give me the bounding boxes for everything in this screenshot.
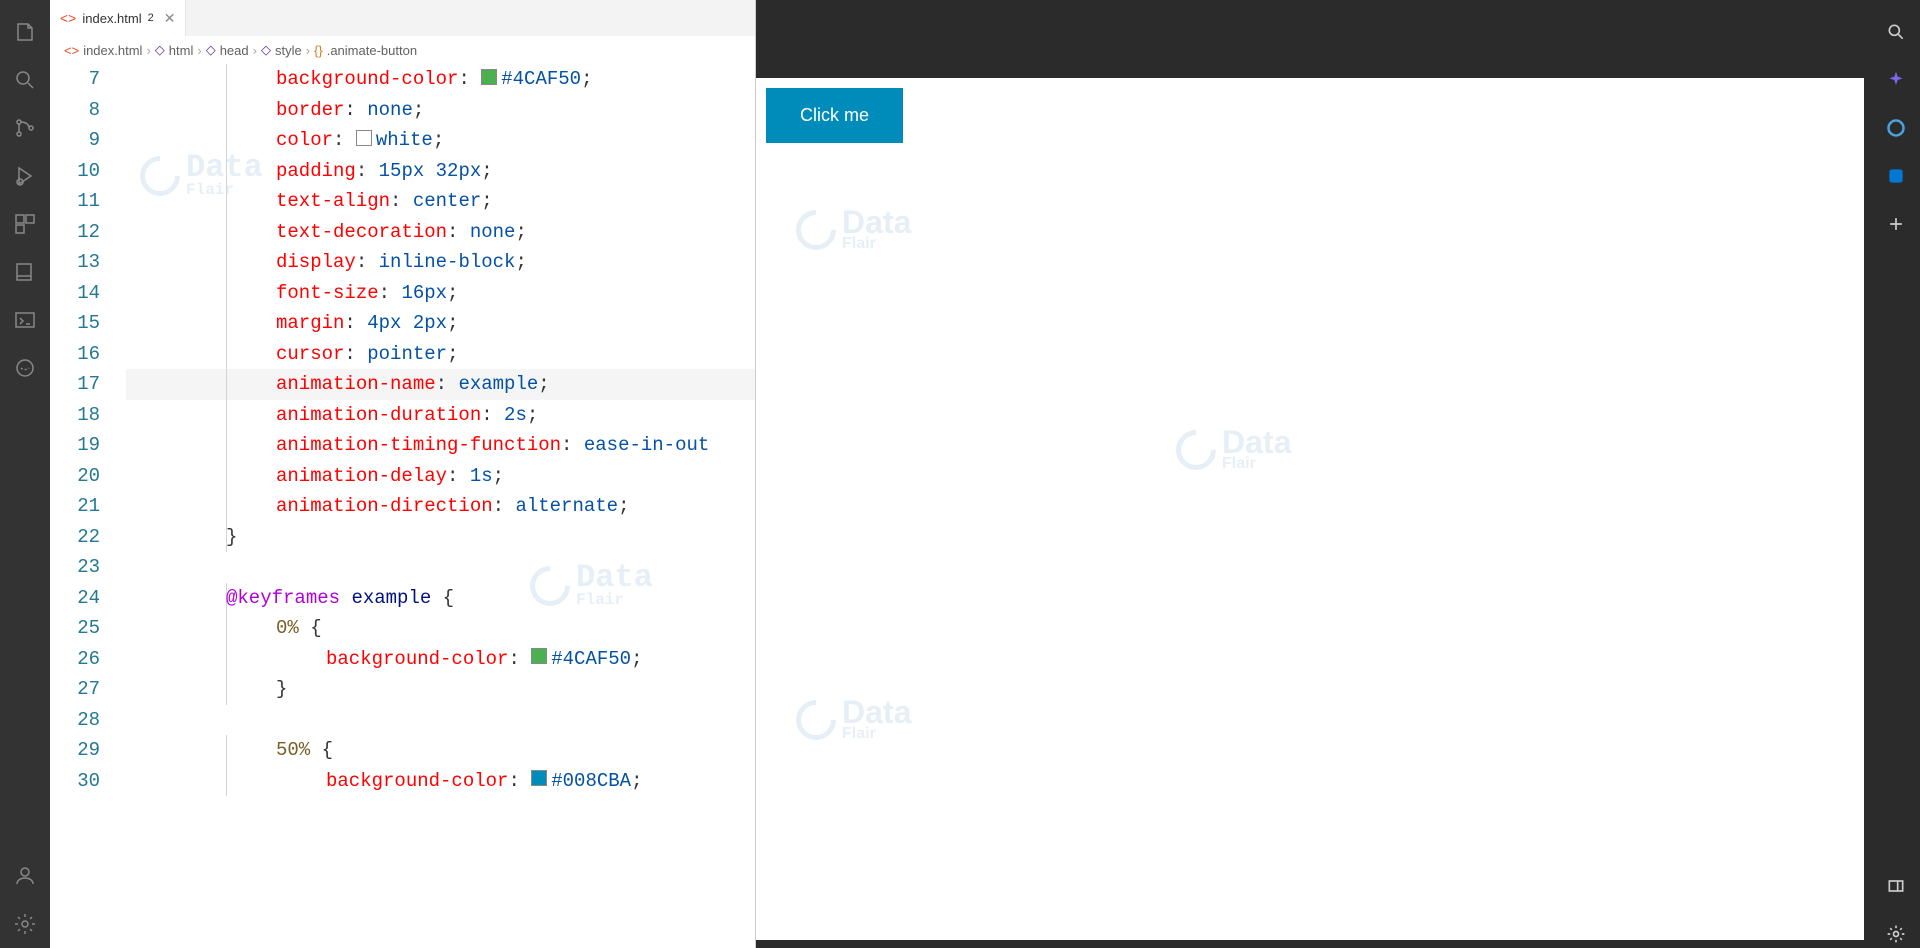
watermark: DataFlair (796, 208, 911, 251)
tab-filename: index.html (82, 11, 141, 26)
preview-pane: DataFlair DataFlair DataFlair Click me (756, 0, 1872, 948)
html-file-icon: <> (60, 10, 76, 26)
settings-gear-icon[interactable] (1882, 920, 1910, 948)
activity-bar (0, 0, 50, 948)
tab-modified-indicator: 2 (148, 12, 154, 24)
chevron-right-icon: › (146, 43, 150, 58)
extensions-icon[interactable] (1, 200, 49, 248)
tab-bar: <> index.html 2 ✕ (50, 0, 755, 36)
search-icon[interactable] (1882, 18, 1910, 46)
watermark: DataFlair (1176, 428, 1291, 471)
search-icon[interactable] (1, 56, 49, 104)
book-icon[interactable] (1, 248, 49, 296)
app-icon[interactable] (1882, 162, 1910, 190)
preview-body: DataFlair DataFlair DataFlair Click me (756, 78, 1864, 940)
circle-icon[interactable] (1, 344, 49, 392)
breadcrumb: <>index.html › ◇html › ◇head › ◇style › … (50, 36, 755, 64)
panel-icon[interactable] (1882, 872, 1910, 900)
terminal-icon[interactable] (1, 296, 49, 344)
close-icon[interactable]: ✕ (164, 10, 176, 27)
crumb-style[interactable]: ◇style (261, 42, 302, 58)
crumb-selector[interactable]: {}.animate-button (314, 43, 417, 58)
crumb-head[interactable]: ◇head (206, 42, 249, 58)
line-numbers: 7891011121314151617181920212223242526272… (50, 64, 126, 948)
code-editor[interactable]: DataFlair DataFlair 78910111213141516171… (50, 64, 755, 948)
edge-sidebar (1872, 0, 1920, 948)
chevron-right-icon: › (306, 43, 310, 58)
html-file-icon: <> (64, 43, 79, 58)
chevron-right-icon: › (197, 43, 201, 58)
code-content[interactable]: background-color: #4CAF50;border: none;c… (126, 64, 755, 948)
watermark: DataFlair (796, 698, 911, 741)
source-control-icon[interactable] (1, 104, 49, 152)
crumb-file[interactable]: <>index.html (64, 43, 142, 58)
plus-icon[interactable] (1882, 210, 1910, 238)
editor-pane: <> index.html 2 ✕ <>index.html › ◇html ›… (50, 0, 756, 948)
tag-icon: ◇ (261, 42, 271, 58)
explorer-icon[interactable] (1, 8, 49, 56)
preview-toolbar (756, 0, 1872, 78)
settings-gear-icon[interactable] (1, 900, 49, 948)
tab-index-html[interactable]: <> index.html 2 ✕ (50, 0, 186, 36)
sparkle-icon[interactable] (1882, 66, 1910, 94)
brace-icon: {} (314, 43, 323, 58)
click-me-button[interactable]: Click me (766, 88, 903, 143)
crumb-html[interactable]: ◇html (155, 42, 194, 58)
debug-icon[interactable] (1, 152, 49, 200)
tag-icon: ◇ (206, 42, 216, 58)
circle-icon[interactable] (1882, 114, 1910, 142)
tag-icon: ◇ (155, 42, 165, 58)
account-icon[interactable] (1, 852, 49, 900)
chevron-right-icon: › (253, 43, 257, 58)
